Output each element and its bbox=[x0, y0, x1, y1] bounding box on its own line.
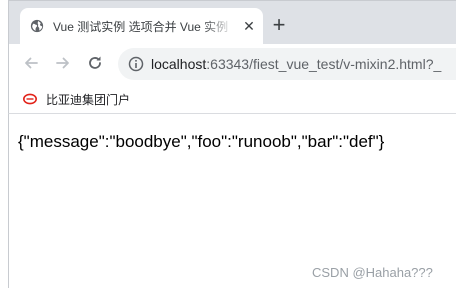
json-output: {"message":"boodbye","foo":"runoob","bar… bbox=[18, 132, 385, 151]
watermark: CSDN @Hahaha??? bbox=[312, 265, 433, 280]
info-icon[interactable] bbox=[128, 56, 144, 72]
back-button[interactable] bbox=[21, 53, 41, 73]
reload-icon bbox=[89, 56, 101, 69]
arrow-right-icon bbox=[56, 57, 69, 69]
tab-title: Vue 测试实例 选项合并 Vue 实例 bbox=[53, 20, 229, 34]
byd-logo-icon bbox=[23, 93, 37, 105]
tab-active[interactable]: Vue 测试实例 选项合并 Vue 实例 ✕ bbox=[20, 8, 263, 45]
close-icon[interactable]: ✕ bbox=[242, 19, 256, 33]
globe-icon bbox=[30, 19, 44, 33]
address-bar[interactable]: localhost:63343/fiest_vue_test/v-mixin2.… bbox=[118, 48, 456, 80]
bookmark-label: 比亚迪集团门户 bbox=[46, 92, 131, 107]
url-text[interactable]: localhost:63343/fiest_vue_test/v-mixin2.… bbox=[151, 55, 441, 73]
browser-window: Vue 测试实例 选项合并 Vue 实例 ✕ + localhost:63343… bbox=[0, 0, 456, 288]
toolbar: localhost:63343/fiest_vue_test/v-mixin2.… bbox=[8, 44, 456, 84]
tab-strip: Vue 测试实例 选项合并 Vue 实例 ✕ + bbox=[8, 0, 456, 45]
reload-button[interactable] bbox=[85, 53, 105, 73]
forward-button[interactable] bbox=[53, 53, 73, 73]
url-host: localhost bbox=[151, 56, 207, 72]
arrow-left-icon bbox=[25, 57, 38, 69]
bookmarks-bar: 比亚迪集团门户 bbox=[8, 84, 456, 114]
new-tab-icon[interactable]: + bbox=[270, 14, 288, 36]
url-path: :63343/fiest_vue_test/v-mixin2.html?_ bbox=[206, 56, 442, 72]
bookmark-item[interactable]: 比亚迪集团门户 bbox=[23, 90, 130, 108]
page-content: {"message":"boodbye","foo":"runoob","bar… bbox=[8, 114, 456, 288]
